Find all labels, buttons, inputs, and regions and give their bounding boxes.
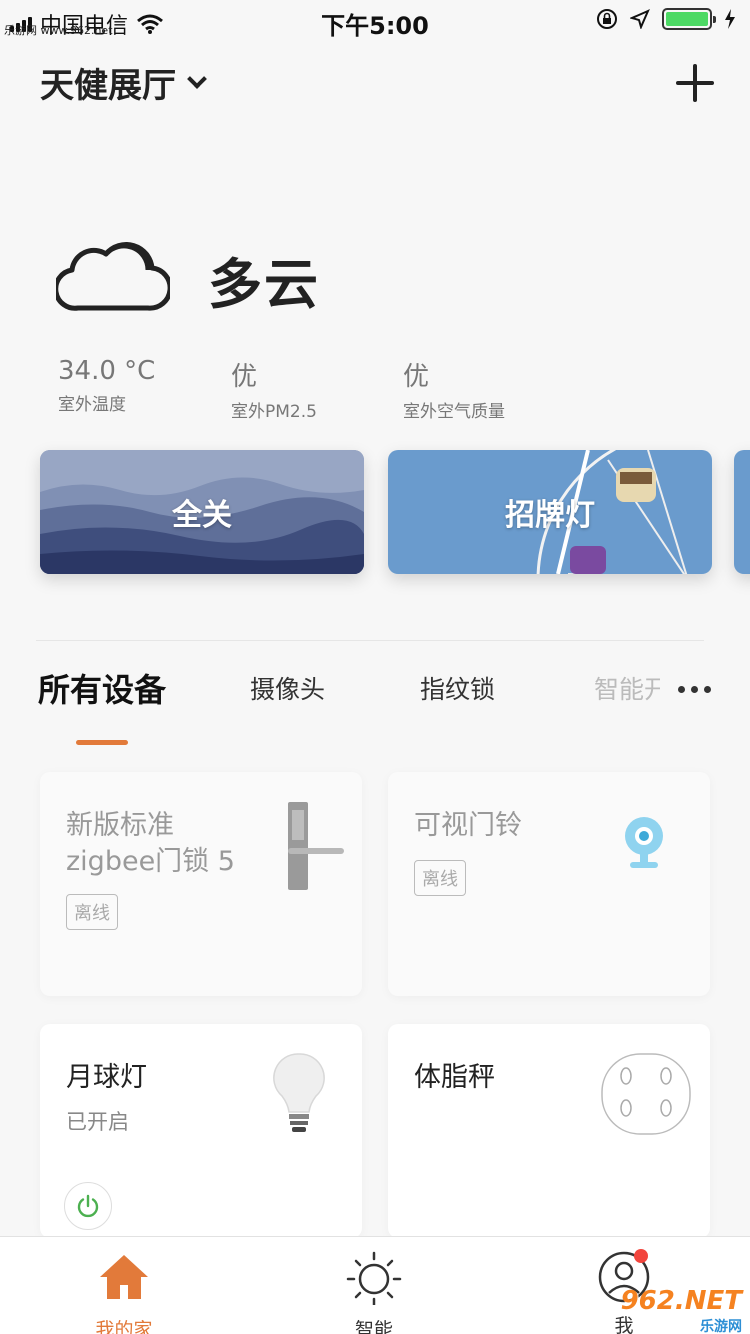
scene-label: 全关 (172, 498, 232, 533)
stat-label: 室外空气质量 (403, 402, 505, 422)
home-selector[interactable]: 天健展厅 (40, 58, 207, 107)
rotation-lock-icon (597, 9, 617, 29)
tab-smart-switch[interactable]: 智能开关 (594, 670, 660, 706)
stat-value: 优 (403, 362, 430, 392)
more-icon[interactable] (678, 686, 711, 693)
camera-icon (625, 817, 663, 868)
power-icon (77, 1194, 99, 1218)
home-icon (100, 1255, 148, 1299)
battery-icon (662, 8, 716, 30)
scene-label: 招牌灯 (505, 498, 595, 533)
stat-label: 室外温度 (58, 395, 126, 415)
tab-bar-label: 我的家 (95, 1319, 153, 1334)
tab-all-devices[interactable]: 所有设备 (38, 665, 166, 711)
air-quality-stat: 优 室外空气质量 (403, 356, 505, 422)
offline-badge: 离线 (414, 860, 466, 896)
notification-dot (634, 1249, 648, 1263)
offline-badge: 离线 (66, 894, 118, 930)
scene-card-sign-light[interactable]: 招牌灯 (388, 450, 712, 574)
tab-bar-label: 智能 (354, 1319, 393, 1334)
watermark-logo: 962.NET 乐游网 (620, 1286, 742, 1334)
tab-camera[interactable]: 摄像头 (250, 670, 325, 706)
sun-icon (346, 1251, 402, 1307)
scale-icon (601, 1053, 691, 1135)
device-name: 月球灯 (66, 1062, 147, 1093)
charging-icon (725, 9, 735, 29)
pm25-stat: 优 室外PM2.5 (231, 356, 317, 422)
status-right (596, 8, 736, 30)
door-lock-icon (288, 802, 344, 890)
device-state: 已开启 (66, 1110, 129, 1134)
add-icon[interactable] (676, 64, 714, 102)
tab-bar-my-home[interactable]: 我的家 (64, 1249, 184, 1334)
device-name: 可视门铃 (414, 810, 522, 841)
divider (36, 640, 704, 641)
device-card-body-fat-scale[interactable]: 体脂秤 (388, 1024, 710, 1238)
device-card-doorbell[interactable]: 可视门铃 离线 (388, 772, 710, 996)
device-name: 新版标准 zigbee门锁 5 (66, 810, 235, 877)
stat-value: 优 (231, 362, 258, 392)
device-card-moon-light[interactable]: 月球灯 已开启 (40, 1024, 362, 1238)
location-icon (630, 9, 650, 29)
light-bulb-icon (273, 1053, 325, 1132)
device-name: 体脂秤 (414, 1062, 495, 1093)
scene-card-next[interactable] (734, 450, 750, 574)
home-name: 天健展厅 (40, 66, 176, 106)
tab-bar-smart[interactable]: 智能 (314, 1249, 434, 1334)
cloud-icon (56, 242, 170, 311)
device-card-door-lock[interactable]: 新版标准 zigbee门锁 5 离线 (40, 772, 362, 996)
weather-condition: 多云 (208, 253, 320, 316)
tab-fingerprint-lock[interactable]: 指纹锁 (420, 670, 495, 706)
stat-label: 室外PM2.5 (231, 402, 317, 422)
chevron-down-icon (187, 68, 207, 89)
temperature-stat: 34.0 °C 室外温度 (58, 356, 155, 415)
power-button[interactable] (64, 1182, 112, 1230)
scene-card-all-off[interactable]: 全关 (40, 450, 364, 574)
tab-indicator (76, 740, 128, 745)
status-bar: 中国电信 乐游网 www.962.net 下午5:00 (0, 0, 750, 40)
stat-value: 34.0 °C (58, 356, 156, 386)
